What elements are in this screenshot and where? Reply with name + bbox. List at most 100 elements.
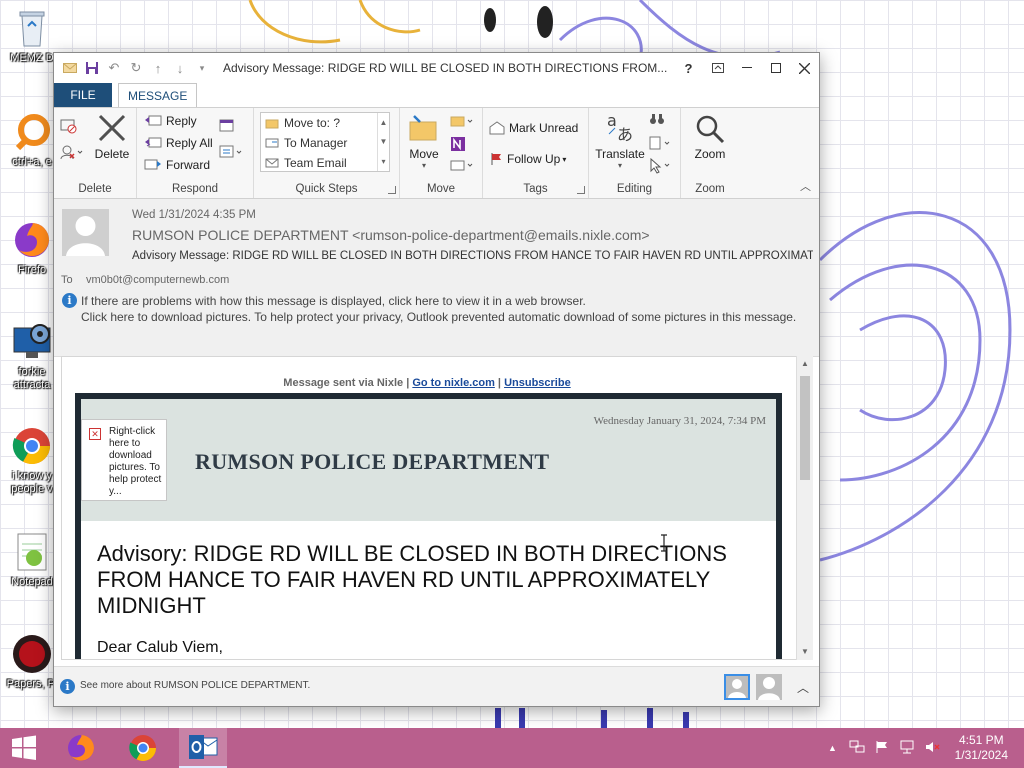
scroll-up-icon[interactable]: ▲ [797,356,813,372]
email-banner: Wednesday January 31, 2024, 7:34 PM ✕ Ri… [81,399,776,521]
reply-all-button[interactable]: Reply All [144,132,213,154]
select-icon[interactable] [649,157,675,177]
person-avatar-selected[interactable] [724,674,750,700]
reply-all-icon [145,137,162,148]
dialog-launcher-icon[interactable] [577,186,585,194]
message-recipient[interactable]: vm0b0t@computernewb.com [86,274,229,286]
rules-icon[interactable] [450,114,476,131]
notepad-icon [10,530,54,574]
message-sender[interactable]: RUMSON POLICE DEPARTMENT <rumson-police-… [132,227,650,243]
person-icon [66,216,105,256]
ribbon-display-options-icon[interactable] [703,53,732,83]
volume-muted-icon[interactable] [925,740,941,757]
meeting-icon[interactable] [219,118,237,137]
delete-button[interactable]: Delete [92,112,132,161]
scroll-down-icon[interactable]: ▼ [797,644,813,660]
blocked-image-placeholder[interactable]: ✕ Right-click here to download pictures.… [81,419,167,501]
zoom-group: Zoom Zoom [681,108,739,198]
junk-icon[interactable] [60,144,84,163]
up-arrow-icon[interactable]: ↑ [147,57,169,79]
related-icon[interactable] [649,136,675,153]
move-button[interactable]: Move ▾ [404,114,444,170]
taskbar-chrome[interactable] [119,728,167,768]
help-button[interactable]: ? [674,53,703,83]
outlook-icon [189,735,218,759]
show-hidden-icons-icon[interactable]: ▲ [828,743,837,753]
translate-dropdown-icon: ▾ [617,161,622,170]
editing-group: aあ Translate ▾ Editing [589,108,681,198]
follow-up-dropdown-icon: ▾ [562,154,567,164]
text-cursor-icon [661,534,667,552]
mark-unread-label: Mark Unread [509,121,579,135]
move-label: Move [409,147,439,161]
email-frame: Wednesday January 31, 2024, 7:34 PM ✕ Ri… [75,393,782,659]
redo-icon[interactable]: ↻ [125,57,147,79]
dialog-launcher-icon[interactable] [388,186,396,194]
forward-button[interactable]: Forward [144,154,213,176]
sender-avatar [62,209,109,256]
follow-up-button[interactable]: Follow Up ▾ [489,148,566,170]
expand-people-pane-icon[interactable]: ︿ [797,679,809,696]
scroll-up-icon[interactable]: ▲ [380,118,388,127]
forward-label: Forward [166,158,211,172]
minimize-button[interactable] [732,53,761,83]
collapse-ribbon-icon[interactable]: ︿ [800,178,811,194]
down-arrow-icon[interactable]: ↓ [169,57,191,79]
zoom-button[interactable]: Zoom [685,114,735,161]
person-avatar[interactable] [756,674,782,700]
network-share-icon[interactable] [849,740,865,757]
action-center-flag-icon[interactable] [875,740,889,757]
taskbar-clock[interactable]: 4:51 PM 1/31/2024 [955,733,1008,763]
more-respond-icon[interactable] [219,144,245,163]
expand-gallery-icon[interactable]: ▾ [381,157,385,166]
title-bar[interactable]: ↶ ↻ ↑ ↓ ▾ Advisory Message: RIDGE RD WIL… [54,53,819,83]
onenote-icon[interactable] [450,136,466,155]
actions-icon[interactable] [450,158,476,175]
clock-date: 1/31/2024 [954,748,1008,762]
info-icon: i [62,293,77,308]
quick-steps-scroll[interactable]: ▲ ▼ ▾ [377,113,389,171]
customize-toolbar-icon[interactable]: ▾ [191,57,213,79]
goto-nixle-link[interactable]: Go to nixle.com [412,377,495,389]
quick-step-move-to[interactable]: Move to: ? [261,113,389,133]
message-scrollbar[interactable]: ▲ ▼ [796,356,813,660]
maximize-button[interactable] [761,53,790,83]
unsubscribe-link[interactable]: Unsubscribe [504,377,571,389]
save-icon[interactable] [81,57,103,79]
reply-button[interactable]: Reply [144,110,213,132]
blocked-image-text: Right-click here to download pictures. T… [109,426,162,497]
find-icon[interactable] [649,112,665,129]
tab-file[interactable]: FILE [54,83,112,107]
ribbon-tabs: FILE MESSAGE [54,83,819,107]
link-separator: | [497,377,501,389]
undo-icon[interactable]: ↶ [103,57,125,79]
scroll-thumb[interactable] [800,376,810,480]
email-date: Wednesday January 31, 2024, 7:34 PM [593,415,766,427]
ignore-icon[interactable] [60,118,78,137]
scroll-down-icon[interactable]: ▼ [380,137,388,146]
start-button[interactable] [0,728,48,768]
quick-step-to-manager[interactable]: To Manager [261,133,389,153]
settings-monitor-icon [10,320,54,364]
view-in-browser-infobar[interactable]: If there are problems with how this mess… [81,294,586,308]
reply-all-label: Reply All [166,136,213,150]
translate-button[interactable]: aあ Translate ▾ [591,110,649,170]
quick-step-team-email[interactable]: Team Email [261,153,389,173]
envelope-open-icon [489,121,505,135]
taskbar-firefox[interactable] [57,728,105,768]
respond-group: Reply Reply All Forward Respond [137,108,254,198]
email-content: Advisory: RIDGE RD WILL BE CLOSED IN BOT… [81,521,776,659]
magnifier-icon [696,115,725,144]
message-body[interactable]: Message sent via Nixle | Go to nixle.com… [61,356,813,660]
tab-message[interactable]: MESSAGE [118,83,198,107]
download-pictures-infobar[interactable]: Click here to download pictures. To help… [81,310,796,324]
taskbar-outlook[interactable] [179,728,227,768]
translate-label: Translate [595,147,645,161]
people-pane-text[interactable]: See more about RUMSON POLICE DEPARTMENT. [80,680,310,691]
network-icon[interactable] [899,740,915,757]
greeting: Dear Calub Viem, [97,639,223,656]
close-button[interactable] [790,53,819,83]
mark-unread-button[interactable]: Mark Unread [489,117,578,139]
person-icon [758,677,780,700]
people-pane: i See more about RUMSON POLICE DEPARTMEN… [54,666,819,706]
